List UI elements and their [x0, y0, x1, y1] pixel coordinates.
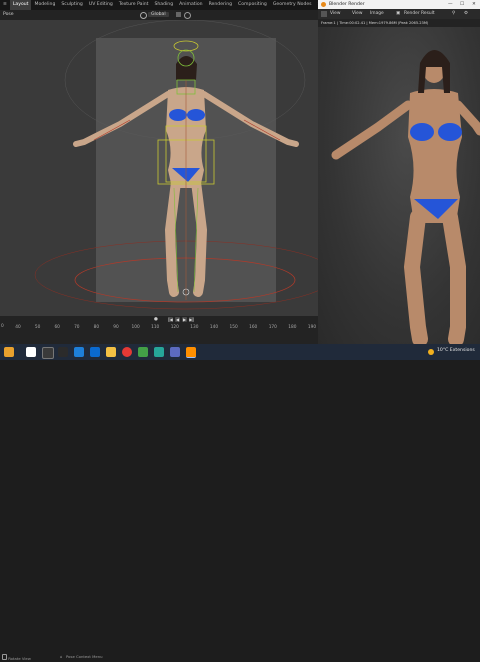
tab-layout[interactable]: Layout: [9, 0, 32, 10]
timeline-tick: 120: [170, 325, 179, 330]
left-arm: [73, 91, 171, 147]
render-window: Blender Render — ☐ ✕ View View Image ▣ R…: [318, 0, 480, 344]
mail-icon[interactable]: [90, 347, 100, 357]
timeline-tick: 100: [131, 325, 140, 330]
pin-icon[interactable]: ⚲: [452, 9, 455, 19]
maximize-icon[interactable]: ☐: [460, 0, 464, 9]
orientation-select[interactable]: Global: [148, 12, 169, 17]
render-bikini-top-right: [438, 123, 462, 141]
status-bar: Rotate View ⌂ Pose Context Menu: [0, 654, 318, 661]
view-settings-icon[interactable]: ⚙: [464, 9, 468, 19]
blender-main-window: ≡ Layout Modeling Sculpting UV Editing Textu…: [0, 0, 318, 661]
status-left-text: Rotate View: [8, 656, 31, 661]
timeline-tick: 140: [209, 325, 219, 330]
transform-pivot-icon[interactable]: [140, 12, 147, 19]
render-titlebar: Blender Render — ☐ ✕: [318, 0, 480, 9]
tab-modeling[interactable]: Modeling: [31, 0, 58, 10]
right-leg: [191, 177, 208, 297]
posed-character-rig[interactable]: [0, 20, 318, 316]
render-title: Blender Render: [329, 2, 365, 7]
weather-text[interactable]: 10°C Extensions: [437, 348, 475, 353]
menu-view-dropdown[interactable]: View: [330, 9, 340, 19]
rendered-character: [331, 50, 480, 344]
mode-select[interactable]: Pose: [3, 12, 14, 17]
timeline-tick: 180: [288, 325, 297, 330]
chrome-icon[interactable]: [122, 347, 132, 357]
timeline-ruler: 40 50 60 70 80 90 100 110 120 130 140 150 160 170 180 1…: [0, 316, 318, 336]
render-right-arm: [453, 100, 480, 136]
root-control-ring: [74, 257, 296, 303]
timeline-tick: 80: [93, 325, 100, 330]
task-view-icon[interactable]: [58, 347, 68, 357]
timeline-tick: 70: [74, 325, 80, 330]
tab-sculpting[interactable]: Sculpting: [58, 0, 85, 10]
tab-texture-paint[interactable]: Texture Paint: [116, 0, 152, 10]
app-icon[interactable]: [170, 347, 180, 357]
search-icon[interactable]: [42, 347, 54, 359]
photos-icon[interactable]: [154, 347, 164, 357]
timeline-tick: 170: [268, 325, 277, 330]
timeline-tick: 160: [249, 325, 258, 330]
render-slot-select[interactable]: Render Result: [404, 9, 435, 19]
render-info-text: Frame:1 | Time:00:02.41 | Mem:1979.86M (…: [321, 21, 429, 25]
timeline-tick: 150: [229, 325, 238, 330]
menu-view[interactable]: View: [352, 9, 362, 19]
tab-geometry-nodes[interactable]: Geometry Nodes: [270, 0, 315, 10]
right-arm: [201, 91, 299, 147]
edge-icon[interactable]: [74, 347, 84, 357]
bikini-top-right: [187, 109, 205, 121]
render-left-leg: [403, 209, 428, 344]
left-leg: [164, 177, 181, 297]
mouse-icon: [2, 654, 7, 660]
menu-image[interactable]: Image: [370, 9, 384, 19]
timeline-tick: 60: [54, 325, 60, 330]
viewport-header: Pose Global: [0, 10, 318, 20]
image-browse-icon[interactable]: ▣: [396, 9, 400, 19]
blender-logo-icon: [321, 2, 326, 7]
tab-rendering[interactable]: Rendering: [206, 0, 235, 10]
store-icon[interactable]: [138, 347, 148, 357]
workspace-tabs-bar: ≡ Layout Modeling Sculpting UV Editing Textu…: [0, 0, 318, 10]
start-icon[interactable]: [26, 347, 36, 357]
render-info-bar: Frame:1 | Time:00:02.41 | Mem:1979.86M (…: [318, 19, 480, 27]
render-result-image[interactable]: [318, 27, 480, 344]
render-right-leg: [442, 209, 466, 344]
right-arm-ik: [243, 119, 281, 141]
bikini-top-left: [169, 109, 187, 121]
weather-icon[interactable]: [428, 349, 434, 355]
proportional-edit-icon[interactable]: [184, 12, 191, 19]
timeline-tick: 190: [307, 325, 317, 330]
timeline-tick: 110: [151, 325, 160, 330]
windows-taskbar: 10°C Extensions: [0, 344, 480, 360]
tab-uv-editing[interactable]: UV Editing: [86, 0, 116, 10]
editor-type-icon[interactable]: [321, 11, 327, 17]
close-icon[interactable]: ✕: [472, 0, 476, 9]
snap-icon[interactable]: [176, 12, 181, 17]
widgets-icon[interactable]: [4, 347, 14, 357]
3d-viewport[interactable]: [0, 20, 318, 316]
blender-taskbar-icon[interactable]: [186, 347, 196, 358]
timeline[interactable]: |◀ ◀ ▶ ▶| ● 0 40 50 60 70 80 90 100 110 120 130 14…: [0, 316, 318, 661]
render-menubar: View View Image ▣ Render Result ⚲ ⚙: [318, 9, 480, 19]
head-halo-control: [173, 40, 199, 52]
timeline-tick: 130: [190, 325, 199, 330]
tab-compositing[interactable]: Compositing: [235, 0, 270, 10]
minimize-icon[interactable]: —: [448, 0, 453, 9]
menu-icon[interactable]: ≡: [0, 0, 10, 10]
timeline-tick: 90: [113, 325, 119, 330]
tab-animation[interactable]: Animation: [176, 0, 205, 10]
mouse-icon-2: ⌂: [60, 654, 63, 659]
timeline-tick: 40: [15, 325, 21, 330]
file-explorer-icon[interactable]: [106, 347, 116, 357]
tab-shading[interactable]: Shading: [151, 0, 176, 10]
left-arm-ik: [93, 119, 131, 141]
timeline-tick: 50: [34, 325, 41, 330]
render-bikini-top-left: [410, 123, 434, 141]
render-left-arm: [331, 100, 413, 160]
status-middle-text: Pose Context Menu: [66, 654, 103, 659]
